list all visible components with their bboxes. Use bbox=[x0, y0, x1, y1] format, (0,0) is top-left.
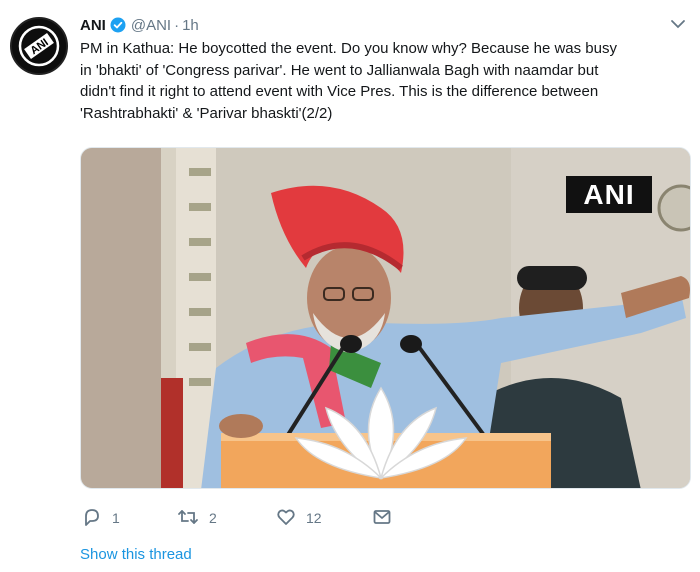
tweet-header: ANI @ANI · 1h bbox=[80, 14, 199, 36]
tweet-text-line: didn't find it right to attend event wit… bbox=[80, 83, 599, 100]
tweet-text: PM in Kathua: He boycotted the event. Do… bbox=[80, 38, 692, 124]
tweet-photo[interactable]: ANI bbox=[80, 147, 691, 489]
reply-button[interactable]: 1 bbox=[82, 506, 120, 530]
show-thread-link[interactable]: Show this thread bbox=[80, 546, 192, 563]
like-icon bbox=[276, 507, 296, 530]
tweet-card[interactable]: ANI ANI @ANI · 1h PM in Kathua: He boyco… bbox=[0, 0, 700, 572]
header-separator: · bbox=[174, 16, 180, 34]
media-watermark: ANI bbox=[566, 176, 652, 213]
tweet-timestamp[interactable]: 1h bbox=[182, 17, 199, 34]
reply-icon bbox=[82, 507, 102, 530]
author-handle[interactable]: @ANI bbox=[131, 17, 171, 34]
reply-count: 1 bbox=[112, 510, 120, 526]
direct-message-button[interactable] bbox=[372, 506, 392, 530]
retweet-count: 2 bbox=[209, 510, 217, 526]
caret-down-icon[interactable] bbox=[670, 17, 686, 31]
direct-message-icon bbox=[372, 507, 392, 530]
retweet-icon bbox=[177, 507, 199, 530]
tweet-actions: 1 2 12 bbox=[80, 506, 680, 530]
like-count: 12 bbox=[306, 510, 322, 526]
verified-badge-icon bbox=[110, 17, 126, 33]
tweet-text-line: 'Rashtrabhakti' & 'Parivar bhaskti'(2/2) bbox=[80, 104, 333, 122]
author-name[interactable]: ANI bbox=[80, 17, 106, 34]
tweet-text-line: PM in Kathua: He boycotted the event. Do… bbox=[80, 40, 617, 57]
like-button[interactable]: 12 bbox=[276, 506, 322, 530]
retweet-button[interactable]: 2 bbox=[177, 506, 217, 530]
avatar[interactable]: ANI bbox=[10, 17, 68, 75]
tweet-text-line: in 'bhakti' of 'Congress parivar'. He we… bbox=[80, 61, 599, 79]
